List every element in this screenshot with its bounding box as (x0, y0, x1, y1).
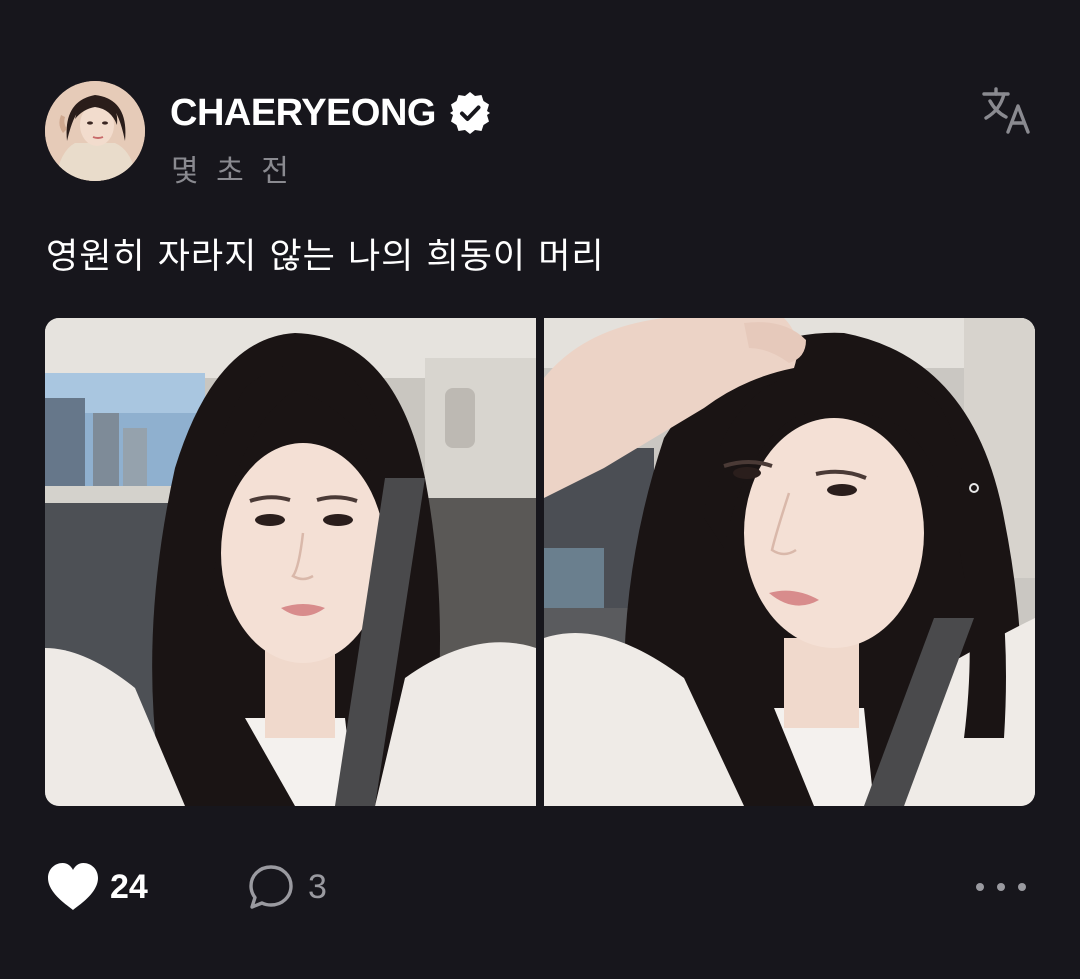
like-count: 24 (110, 867, 148, 906)
post-timestamp: 몇 초 전 (171, 154, 293, 189)
post-photo-1[interactable] (45, 318, 536, 806)
action-bar: 24 3 (46, 862, 1036, 916)
username[interactable]: CHAERYEONG (170, 92, 436, 135)
avatar[interactable] (45, 81, 145, 181)
selfie-in-car-front (45, 318, 536, 806)
comment-bubble-icon (249, 865, 293, 909)
more-horizontal-icon[interactable] (974, 874, 1030, 900)
avatar-image (45, 81, 145, 181)
comment-count: 3 (308, 867, 327, 906)
heart-filled-icon (48, 863, 98, 910)
post-card: CHAERYEONG 몇 초 전 영원히 자라지 않는 나의 희동이 머리 24… (0, 0, 1080, 979)
comment-button[interactable]: 3 (248, 864, 327, 910)
author-row: CHAERYEONG (170, 88, 492, 138)
post-caption: 영원히 자라지 않는 나의 희동이 머리 (46, 237, 605, 277)
like-button[interactable]: 24 (46, 862, 148, 912)
post-photo-2[interactable] (544, 318, 1035, 806)
selfie-in-car-hand-on-head (544, 318, 1035, 806)
verified-badge-icon (449, 92, 490, 134)
translate-icon[interactable] (978, 84, 1034, 140)
